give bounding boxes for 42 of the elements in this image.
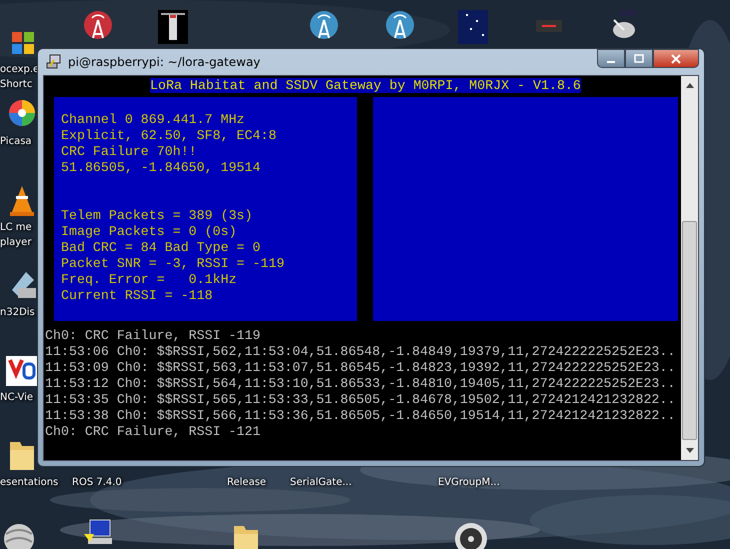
icon-label[interactable]: esentations xyxy=(0,475,58,490)
status-line: Channel 0 869.441.7 MHz xyxy=(61,112,246,128)
globe-icon[interactable] xyxy=(2,522,36,549)
icon-label[interactable]: n32Dis xyxy=(0,305,35,320)
down-arrow-icon[interactable] xyxy=(684,447,694,455)
computer-icon xyxy=(46,54,62,70)
close-button[interactable] xyxy=(653,49,699,68)
starfield-icon[interactable] xyxy=(456,10,490,44)
status-line: Telem Packets = 389 (3s) xyxy=(61,208,254,224)
icon-label[interactable]: SerialGate... xyxy=(290,475,352,490)
scrollbar[interactable] xyxy=(681,76,698,460)
terminal-header: LoRa Habitat and SSDV Gateway by M0RPI, M0RJX - V1.8.6 xyxy=(150,78,581,93)
status-line: Explicit, 62.50, SF8, EC4:8 xyxy=(61,128,278,144)
icon-label[interactable]: Release xyxy=(227,475,266,490)
status-line: 51.86505, -1.84650, 19514 xyxy=(61,160,262,176)
maximize-button[interactable] xyxy=(625,49,653,68)
icon-label[interactable]: ROS 7.4.0 xyxy=(72,475,122,490)
log-line: Ch0: CRC Failure, RSSI -121 xyxy=(45,424,262,440)
log-line: 11:53:35 Ch0: $$RSSI,565,11:53:33,51.86505,-1.84678,19502,11,2724212421232822.. xyxy=(45,392,676,408)
log-line: 11:53:38 Ch0: $$RSSI,566,11:53:36,51.86505,-1.84650,19514,11,2724212421232822.. xyxy=(45,408,676,424)
status-line: Bad CRC = 84 Bad Type = 0 xyxy=(61,240,262,256)
scroll-thumb[interactable] xyxy=(682,221,697,440)
up-arrow-icon[interactable] xyxy=(684,81,694,89)
icon-label[interactable]: Picasa xyxy=(0,134,32,149)
log-line: 11:53:09 Ch0: $$RSSI,563,11:53:07,51.86545,-1.84823,19392,11,2724222225252E23.. xyxy=(45,360,676,376)
status-line: CRC Failure 70h!! xyxy=(61,144,198,160)
status-line: Packet SNR = -3, RSSI = -119 xyxy=(61,256,286,272)
log-line: 11:53:06 Ch0: $$RSSI,562,11:53:04,51.86548,-1.84849,19379,11,2724222225252E23.. xyxy=(45,344,676,360)
minimize-icon xyxy=(607,60,615,62)
maximize-icon xyxy=(633,54,645,64)
icon-label[interactable]: EVGroupM... xyxy=(438,475,500,490)
log-line: Ch0: CRC Failure, RSSI -119 xyxy=(45,328,262,344)
log-line: 11:53:12 Ch0: $$RSSI,564,11:53:10,51.86533,-1.84810,19405,11,2724222225252E23.. xyxy=(45,376,676,392)
icon-label[interactable]: LC me player xyxy=(0,220,32,250)
status-line: Freq. Error = 0.1kHz xyxy=(61,272,238,288)
status-line: Image Packets = 0 (0s) xyxy=(61,224,238,240)
icon-label[interactable]: NC-Vie xyxy=(0,390,34,405)
window-title: pi@raspberrypi: ~/lora-gateway xyxy=(68,55,260,69)
close-icon xyxy=(670,54,682,64)
vnc-icon[interactable] xyxy=(4,354,38,388)
status-line: Current RSSI = -118 xyxy=(61,288,214,304)
minimize-button[interactable] xyxy=(597,49,625,68)
